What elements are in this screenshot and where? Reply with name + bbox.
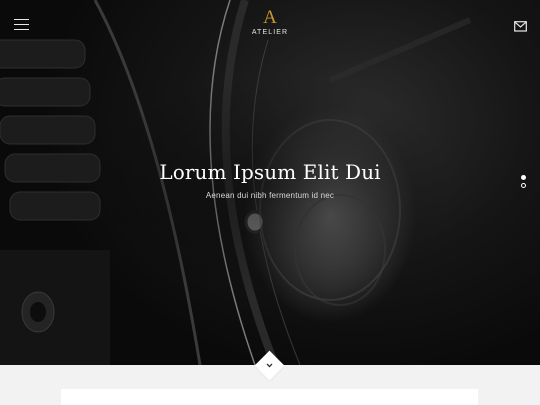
hero-section: A ATELIER Lorum Ipsum Elit Dui Aenean du… bbox=[0, 0, 540, 365]
slide-dot[interactable] bbox=[521, 183, 526, 188]
menu-hamburger-icon[interactable] bbox=[14, 19, 29, 31]
logo-mark: A bbox=[263, 7, 277, 28]
hero-subtitle: Aenean dui nibh fermentum id nec bbox=[205, 191, 335, 200]
slider-pagination bbox=[520, 175, 528, 189]
slide-dot-active[interactable] bbox=[521, 175, 526, 180]
content-card bbox=[61, 389, 478, 405]
envelope-icon[interactable] bbox=[514, 19, 527, 32]
site-logo[interactable]: A ATELIER bbox=[240, 7, 300, 37]
chevron-down-icon bbox=[266, 363, 273, 368]
hero-title: Lorum Ipsum Elit Dui bbox=[159, 160, 381, 184]
logo-text: ATELIER bbox=[251, 29, 289, 36]
